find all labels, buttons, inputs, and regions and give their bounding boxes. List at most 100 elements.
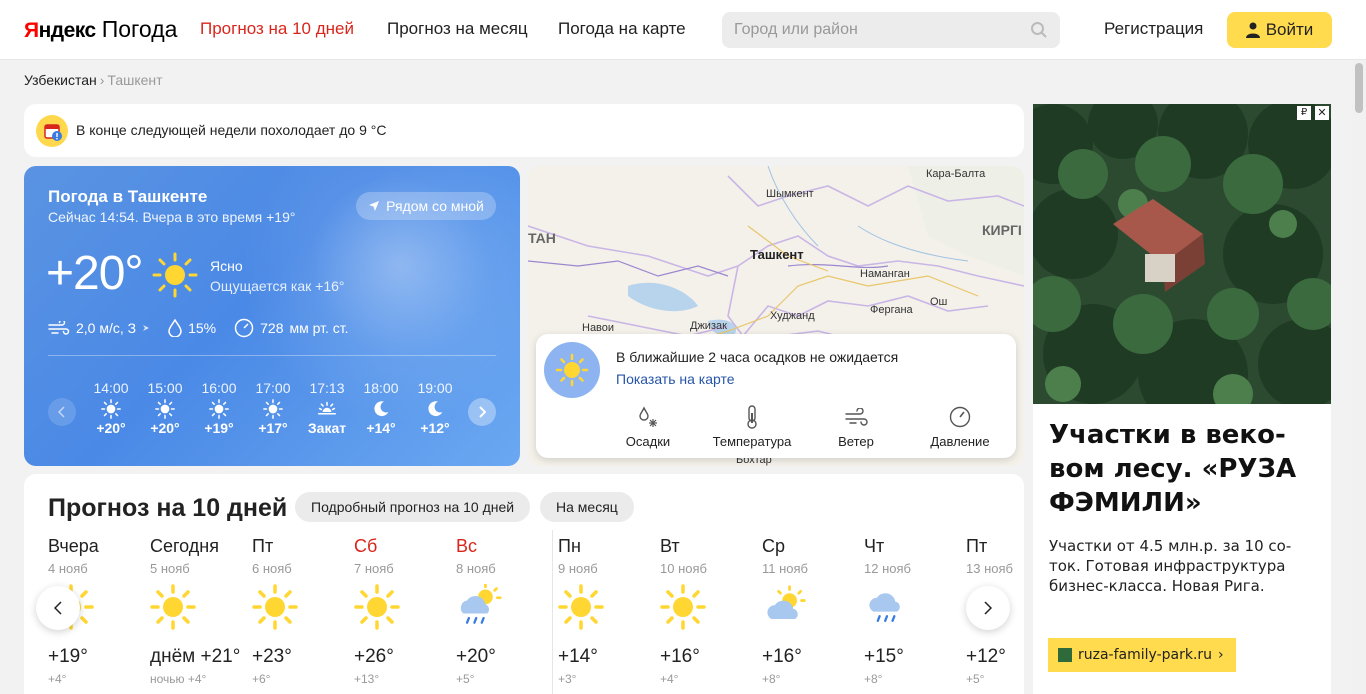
precipitation-panel: В ближайшие 2 часа осадков не ожидается … [536,334,1016,458]
night-temp: +13° [354,672,380,686]
wind-param: 2,0 м/с, З [48,320,150,336]
forecast-day[interactable]: Ср 11 нояб +16° +8° [762,536,864,686]
day-date: 7 нояб [354,561,394,576]
hourly-value: +14° [366,420,396,436]
forecast-day[interactable]: Пт 6 нояб +23° +6° [252,536,354,686]
page-scrollbar[interactable] [1352,61,1366,694]
show-on-map-link[interactable]: Показать на карте [616,371,735,387]
hourly-item: 19:00 +12° [408,380,462,436]
layer-wind[interactable]: Ветер [804,404,908,449]
ad-headline: Участки в веко-вом лесу. «РУЗА ФЭМИЛИ» [1049,420,1297,518]
forecast-10-days: Прогноз на 10 дней Подробный прогноз на … [24,474,1024,694]
sun-icon [192,398,246,420]
weather-map[interactable]: Кара-Балта Шымкент ТАН Ташкент КИРГІ Нам… [528,166,1024,466]
user-icon [1245,22,1260,38]
day-date: 12 нояб [864,561,911,576]
humidity-value: 15% [188,320,217,336]
chevron-left-icon [58,406,65,418]
hourly-next-button[interactable] [468,398,496,426]
forecast-day[interactable]: Чт 12 нояб +15° +8° [864,536,966,686]
night-temp: ночью +4° [150,672,207,686]
nearby-button[interactable]: Рядом со мной [356,192,496,220]
pressure-gauge-icon [949,406,971,428]
night-temp: +8° [864,672,883,686]
scrollbar-thumb[interactable] [1355,63,1363,113]
hourly-value: +20° [150,420,180,436]
weather-alert[interactable]: В конце следующей недели похолодает до 9… [24,104,1024,157]
search-icon[interactable] [1030,21,1048,39]
map-label-osh: Ош [930,296,948,308]
forecast-day[interactable]: Сб 7 нояб +26° +13° [354,536,456,686]
ad-forest-house-image [1033,104,1331,404]
layer-pressure-label: Давление [930,434,990,449]
wind-value: 2,0 м/с, З [76,320,137,336]
hourly-forecast: 14:00 +20° 15:00 +20° 16:00 +19° 17:00 +17°… [84,380,462,436]
nav-10-days[interactable]: Прогноз на 10 дней [200,19,354,39]
wind-direction-icon [143,325,150,331]
register-link[interactable]: Регистрация [1104,19,1203,39]
nav-month[interactable]: Прогноз на месяц [387,19,528,39]
hourly-item: 17:00 +17° [246,380,300,436]
map-label-shymkent: Шымкент [766,188,814,200]
advertisement[interactable]: ₽ ✕ Участки в веко-вом лесу. «РУЗА ФЭМИЛ… [1033,104,1331,694]
day-temp: +26° [354,646,394,667]
ad-currency-badge: ₽ [1297,106,1311,120]
day-name: Ср [762,536,786,556]
ad-cta-button[interactable]: ruza-family-park.ru › [1048,638,1236,672]
sun-icon [660,584,762,634]
pressure-value: 728 [260,320,284,336]
day-date: 5 нояб [150,561,190,576]
night-temp: +4° [48,672,67,686]
map-label-kara-balta: Кара-Балта [926,168,986,180]
sun-icon [152,252,198,298]
forecast-prev-button[interactable] [36,586,80,630]
layer-pressure[interactable]: Давление [908,404,1012,449]
logo-ya: Я [24,19,39,42]
forecast-day[interactable]: Сегодня 5 нояб днём +21° ночью +4° [150,536,252,686]
breadcrumb-country[interactable]: Узбекистан [24,72,97,88]
day-temp: +23° [252,646,292,667]
thermometer-icon [747,405,757,429]
night-temp: +8° [762,672,781,686]
logo-pogoda: Погода [101,16,178,42]
yandex-pogoda-logo[interactable]: Яндекс Погода [24,16,177,43]
day-temp: +19° [48,646,88,667]
day-temp: +12° [966,646,1006,667]
sunset-icon [300,398,354,420]
forecast-day[interactable]: Вс 8 нояб +20° +5° [456,536,558,686]
forecast-days: Вчера 4 нояб +19° +4° Сегодня 5 нояб днём… [48,536,1024,686]
layer-precipitation[interactable]: Осадки [596,404,700,449]
day-temp: +16° [762,646,802,667]
sun-icon [558,584,660,634]
hourly-value: +19° [204,420,234,436]
hourly-item: 18:00 +14° [354,380,408,436]
day-temp: +14° [558,646,598,667]
day-name: Пн [558,536,581,556]
condition-text: Ясно [210,258,243,274]
sun-icon [84,398,138,420]
ad-close-button[interactable]: ✕ [1315,106,1329,120]
layer-temperature[interactable]: Температура [700,404,804,449]
forecast-day[interactable]: Пн 9 нояб +14° +3° [558,536,660,686]
hourly-time: 17:13 [309,380,345,396]
nav-map[interactable]: Погода на карте [558,19,686,39]
login-button[interactable]: Войти [1227,12,1332,48]
day-temp: +15° [864,646,904,667]
layer-precipitation-label: Осадки [625,434,671,449]
month-forecast-button[interactable]: На месяц [540,492,634,522]
map-label-region-left: ТАН [528,230,556,246]
day-name: Сб [354,536,378,556]
search-input[interactable] [722,12,1012,48]
forecast-day[interactable]: Вт 10 нояб +16° +4° [660,536,762,686]
hourly-prev-button[interactable] [48,398,76,426]
forecast-next-button[interactable] [966,586,1010,630]
day-date: 13 нояб [966,561,1013,576]
logo-ndex: ндекс [38,19,97,42]
map-label-khujand: Худжанд [770,310,815,322]
layer-wind-label: Ветер [838,434,874,449]
feels-like: Ощущается как +16° [210,278,345,294]
breadcrumb: Узбекистан › Ташкент [24,72,163,88]
detailed-forecast-button[interactable]: Подробный прогноз на 10 дней [295,492,531,522]
map-label-region-right: КИРГІ [982,222,1022,238]
map-label-jizzakh: Джизак [690,320,727,332]
